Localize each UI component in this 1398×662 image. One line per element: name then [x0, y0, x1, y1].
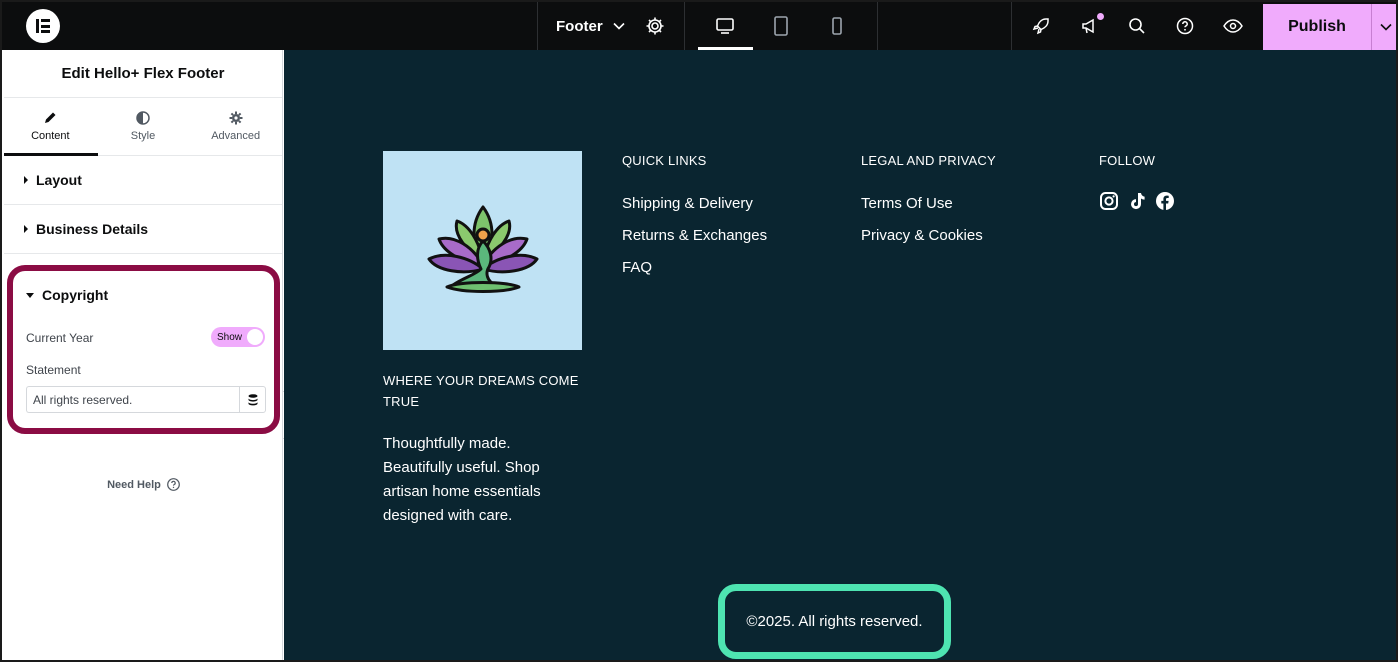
- footer-tagline: WHERE YOUR DREAMS COME TRUE: [383, 373, 579, 409]
- section-copyright-label: Copyright: [42, 287, 109, 303]
- tab-content[interactable]: Content: [4, 98, 97, 155]
- gear-icon: [229, 111, 243, 125]
- database-icon: [248, 393, 257, 405]
- instagram-icon[interactable]: [1099, 191, 1119, 211]
- footer-description: Thoughtfully made. Beautifully useful. S…: [383, 435, 541, 524]
- document-name-dropdown[interactable]: Footer: [556, 2, 625, 50]
- link-faq[interactable]: FAQ: [622, 259, 652, 276]
- active-tab-indicator: [4, 153, 98, 156]
- current-year-toggle[interactable]: Show: [211, 327, 265, 347]
- section-layout-label: Layout: [36, 172, 82, 188]
- tiktok-icon[interactable]: [1127, 191, 1147, 211]
- gear-icon[interactable]: [643, 14, 667, 38]
- tab-advanced-label: Advanced: [211, 130, 261, 142]
- toggle-label: Show: [217, 331, 243, 343]
- caret-down-icon: [26, 292, 34, 298]
- tablet-icon[interactable]: [769, 14, 793, 38]
- eye-icon[interactable]: [1221, 14, 1245, 38]
- dynamic-tags-button[interactable]: [239, 386, 266, 413]
- follow-heading: FOLLOW: [1099, 153, 1156, 168]
- need-help-link[interactable]: Need Help: [4, 478, 283, 491]
- quick-links-heading: QUICK LINKS: [622, 153, 707, 168]
- chevron-down-icon: [613, 22, 625, 30]
- section-copyright[interactable]: Copyright: [26, 287, 108, 303]
- search-icon[interactable]: [1125, 14, 1149, 38]
- copyright-section-highlight: Copyright Current Year Show Statement Al…: [7, 265, 280, 434]
- toggle-knob: [247, 329, 263, 345]
- section-business-details[interactable]: Business Details: [4, 205, 282, 254]
- top-bar: Footer Publish: [2, 2, 1396, 50]
- tab-style[interactable]: Style: [97, 98, 190, 155]
- footer-copyright-text: ©2025. All rights reserved.: [746, 613, 923, 630]
- current-year-label: Current Year: [26, 331, 94, 345]
- desktop-icon[interactable]: [713, 14, 737, 38]
- mobile-icon[interactable]: [825, 14, 849, 38]
- facebook-icon[interactable]: [1155, 191, 1175, 211]
- link-shipping-delivery[interactable]: Shipping & Delivery: [622, 195, 753, 212]
- copyright-highlight: ©2025. All rights reserved.: [718, 584, 951, 659]
- social-icons: [1099, 191, 1175, 211]
- caret-right-icon: [24, 176, 28, 184]
- statement-input[interactable]: All rights reserved.: [26, 386, 239, 413]
- tab-content-label: Content: [31, 130, 70, 142]
- publish-label: Publish: [1288, 18, 1346, 35]
- publish-button[interactable]: Publish: [1263, 4, 1396, 50]
- tab-advanced[interactable]: Advanced: [189, 98, 282, 155]
- tab-style-label: Style: [130, 130, 156, 142]
- rocket-icon[interactable]: [1029, 14, 1053, 38]
- site-logo[interactable]: [383, 151, 582, 350]
- link-terms-of-use[interactable]: Terms Of Use: [861, 195, 953, 212]
- section-layout[interactable]: Layout: [4, 156, 282, 205]
- elementor-logo-icon[interactable]: [26, 9, 60, 43]
- half-circle-icon: [136, 111, 150, 125]
- pencil-icon: [45, 112, 56, 123]
- link-privacy-cookies[interactable]: Privacy & Cookies: [861, 227, 983, 244]
- preview-canvas: WHERE YOUR DREAMS COME TRUE Thoughtfully…: [284, 50, 1396, 660]
- chevron-down-icon[interactable]: [1372, 23, 1396, 31]
- panel-title: Edit Hello+ Flex Footer: [4, 50, 282, 98]
- section-business-label: Business Details: [36, 221, 149, 237]
- notification-dot: [1097, 13, 1104, 20]
- legal-heading: LEGAL AND PRIVACY: [861, 153, 996, 168]
- panel-tabs: Content Style Advanced: [4, 98, 282, 156]
- help-icon[interactable]: [1173, 14, 1197, 38]
- document-name: Footer: [556, 17, 603, 35]
- help-icon: [166, 478, 180, 491]
- statement-label: Statement: [26, 363, 81, 377]
- editor-panel: Edit Hello+ Flex Footer Content Style Ad…: [4, 50, 283, 660]
- editor-window: Footer Publish Edit Hello+ Flex Footer C…: [0, 0, 1398, 662]
- link-returns-exchanges[interactable]: Returns & Exchanges: [622, 227, 767, 244]
- need-help-label: Need Help: [107, 478, 161, 491]
- caret-right-icon: [24, 225, 28, 233]
- lotus-logo-icon: [427, 205, 538, 293]
